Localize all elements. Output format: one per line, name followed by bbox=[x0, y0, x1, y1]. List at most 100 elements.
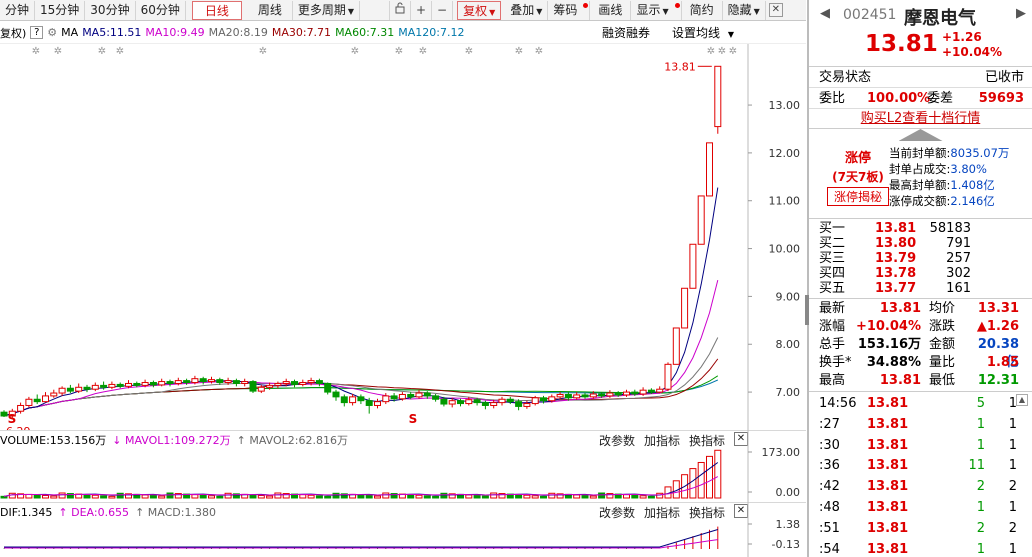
help-icon[interactable]: ? bbox=[30, 26, 44, 39]
candle-body bbox=[241, 381, 249, 384]
volume-bar bbox=[473, 495, 481, 499]
tick-time: :30 bbox=[819, 437, 840, 453]
volume-bar bbox=[199, 494, 207, 499]
overlay-dropdown[interactable]: 叠加 ▼ bbox=[505, 0, 549, 20]
bid-label: 买三 bbox=[819, 251, 846, 266]
price-tick-label: 7.00 bbox=[776, 386, 801, 399]
candle-body bbox=[116, 383, 124, 387]
candle-body bbox=[282, 381, 290, 384]
volume-bar bbox=[589, 495, 597, 499]
volume-bar bbox=[324, 495, 332, 499]
period-60min-button[interactable]: 60分钟 bbox=[136, 0, 186, 20]
volume-bar bbox=[697, 461, 705, 499]
more-periods-dropdown[interactable]: 更多周期 ▼ bbox=[293, 0, 361, 20]
zoom-out-icon[interactable]: − bbox=[432, 0, 454, 20]
volume-chart[interactable]: 173.00 0.00 bbox=[0, 430, 806, 502]
volume-bar bbox=[490, 492, 498, 499]
macd-chart[interactable]: 1.38 -0.13 bbox=[0, 502, 806, 557]
price-tick-label: 13.00 bbox=[769, 99, 801, 112]
prev-stock-icon[interactable]: ◀ bbox=[820, 6, 830, 21]
candle bbox=[257, 384, 265, 394]
bid-price: 13.78 bbox=[875, 266, 917, 281]
chip-label: 筹码 bbox=[553, 2, 578, 17]
volume-bar bbox=[631, 494, 639, 499]
candle bbox=[232, 378, 240, 387]
bid-price: 13.81 bbox=[875, 221, 917, 236]
candle-body bbox=[465, 399, 473, 405]
candle-body bbox=[498, 398, 506, 404]
candlestick-chart[interactable]: 13.0012.0011.0010.009.008.007.00✲ ✲ ✲ ✲ ✲ ✲ ✲ ✲… bbox=[0, 44, 806, 430]
display-dropdown[interactable]: 显示 ▼ bbox=[631, 0, 682, 20]
lock-icon[interactable] bbox=[390, 0, 412, 20]
adjust-mode-label: 复权) bbox=[0, 26, 27, 40]
candle bbox=[315, 378, 323, 387]
candle-body bbox=[523, 403, 531, 407]
ma10-value: MA10:9.49 bbox=[145, 26, 205, 39]
volume-bar bbox=[515, 494, 523, 499]
volume-bar bbox=[307, 494, 315, 499]
scroll-up-icon[interactable]: ▲ bbox=[1016, 394, 1028, 406]
period-30min-button[interactable]: 30分钟 bbox=[85, 0, 136, 20]
candle bbox=[274, 381, 282, 389]
candle-body bbox=[307, 380, 315, 384]
margin-trading-button[interactable]: 融资融券 bbox=[602, 24, 650, 41]
period-weekly-button[interactable]: 周线 bbox=[248, 0, 293, 20]
close-icon[interactable]: ✕ bbox=[768, 3, 783, 17]
candle-body bbox=[191, 378, 199, 384]
event-star-icon: ✲ bbox=[32, 46, 40, 57]
limit-up-title: 涨停 bbox=[844, 151, 871, 166]
volume-bar bbox=[116, 492, 124, 499]
candle-body bbox=[581, 394, 589, 398]
candle bbox=[149, 380, 157, 388]
next-stock-icon[interactable]: ▶ bbox=[1016, 6, 1026, 21]
ma-legend: 复权) ? ⚙ MA MA5:11.51 MA10:9.49 MA20:8.19… bbox=[0, 22, 806, 44]
volume-bar bbox=[100, 495, 108, 499]
draw-line-button[interactable]: 画线 bbox=[590, 0, 632, 20]
bid-label: 买四 bbox=[819, 266, 846, 281]
panel-collapse-handle[interactable] bbox=[805, 295, 809, 325]
candle bbox=[33, 394, 41, 405]
period-1min-button[interactable]: 分钟 bbox=[0, 0, 36, 20]
quote-stats: 最新 13.81 均价 13.31 涨幅 +10.04% 涨跌 ▲1.26 总手 153.16万金… bbox=[809, 299, 1032, 392]
tick-list[interactable]: ▲ 14:56 13.81 5 1:27 13.81 1 1:30 13.81 1 1:36 13.… bbox=[809, 392, 1032, 557]
toolbar-spacer bbox=[360, 0, 391, 20]
candle bbox=[108, 381, 116, 390]
trade-state-row: 交易状态 已收市 bbox=[809, 67, 1032, 88]
buy-l2-link[interactable]: 购买L2查看十档行情 bbox=[809, 109, 1032, 129]
tick-volume: 5 bbox=[976, 396, 985, 411]
hide-dropdown[interactable]: 隐藏 ▼ bbox=[723, 0, 766, 20]
bid-qty: 302 bbox=[946, 266, 971, 281]
display-label: 显示 bbox=[636, 2, 661, 17]
stat-value: 13.81 bbox=[879, 373, 921, 388]
chip-button[interactable]: 筹码 bbox=[548, 0, 591, 20]
collapse-toggle[interactable] bbox=[809, 129, 1032, 143]
stock-terminal: 分钟 15分钟 30分钟 60分钟 日线 周线 更多周期 ▼ + − 复权 ▼ 叠加… bbox=[0, 0, 1032, 557]
event-star-icon: ✲ bbox=[707, 46, 715, 57]
limit-up-key: 当前封单额: bbox=[889, 146, 951, 160]
event-star-icon: ✲ bbox=[465, 46, 473, 57]
volume-bar bbox=[465, 494, 473, 499]
adjust-price-dropdown[interactable]: 复权 ▼ bbox=[457, 0, 502, 20]
trade-state-value: 已收市 bbox=[984, 70, 1024, 85]
candle-body bbox=[299, 382, 307, 385]
gear-icon[interactable]: ⚙ bbox=[47, 26, 57, 39]
period-15min-button[interactable]: 15分钟 bbox=[35, 0, 86, 20]
limit-up-reveal-button[interactable]: 涨停揭秘 bbox=[827, 187, 889, 206]
candle-body bbox=[349, 396, 357, 404]
simple-mode-button[interactable]: 简约 bbox=[682, 0, 723, 20]
volume-bar bbox=[299, 494, 307, 499]
candle-body bbox=[166, 381, 174, 384]
volume-bar bbox=[141, 494, 149, 499]
volume-bar bbox=[415, 494, 423, 499]
candle bbox=[656, 386, 664, 394]
tick-time: 14:56 bbox=[819, 396, 857, 411]
macd-tick-label: -0.13 bbox=[772, 538, 800, 551]
candle bbox=[664, 362, 672, 392]
zoom-in-icon[interactable]: + bbox=[411, 0, 433, 20]
candle-body bbox=[365, 400, 373, 406]
volume-bar bbox=[332, 492, 340, 499]
period-daily-button[interactable]: 日线 bbox=[191, 0, 242, 20]
candle-body bbox=[415, 392, 423, 398]
set-ma-dropdown[interactable]: 设置均线 ▼ bbox=[672, 24, 738, 41]
candle-body bbox=[249, 381, 257, 392]
